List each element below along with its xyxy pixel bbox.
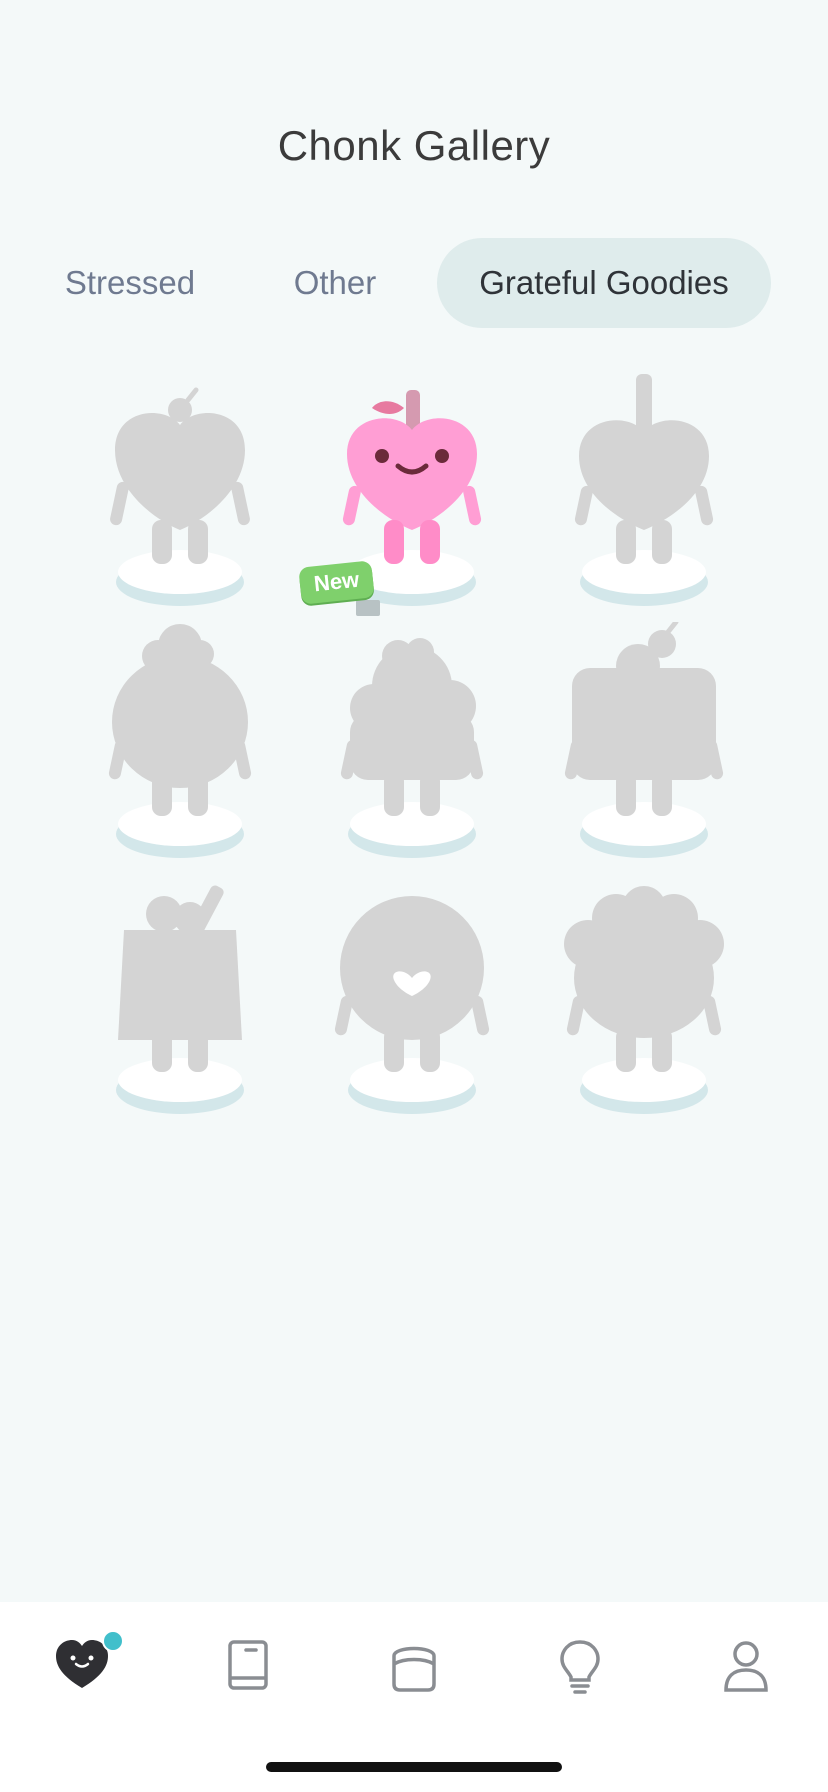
silhouette-cake-cherry-icon	[564, 622, 724, 858]
silhouette-cupcake-icon	[340, 638, 484, 858]
chonk-slot-heart-stick[interactable]	[544, 370, 744, 620]
silhouette-heart-stick-icon	[574, 374, 714, 606]
nav-profile[interactable]	[716, 1636, 776, 1696]
nav-ideas[interactable]	[550, 1636, 610, 1696]
profile-person-icon	[724, 1641, 768, 1692]
chonk-grid: New	[0, 370, 828, 1140]
nav-home[interactable]	[52, 1630, 124, 1696]
silhouette-donut-icon	[334, 896, 490, 1114]
chonk-slot-cake-cherry[interactable]	[544, 622, 744, 872]
badge-post	[356, 600, 380, 616]
chonk-slot-round-bun[interactable]	[80, 622, 280, 872]
silhouette-cauliflower-icon	[564, 886, 724, 1114]
tab-stressed[interactable]: Stressed	[40, 238, 220, 328]
tab-other[interactable]: Other	[270, 238, 400, 328]
nav-journal[interactable]	[218, 1636, 278, 1696]
chonk-slot-pink-heart-apple[interactable]: New	[298, 370, 512, 620]
tab-grateful-goodies[interactable]: Grateful Goodies	[437, 238, 771, 328]
chonk-slot-donut[interactable]	[312, 878, 512, 1128]
silhouette-apple-leaf-icon	[110, 387, 250, 606]
chonk-slot-drink-cup[interactable]	[80, 878, 280, 1128]
silhouette-round-bun-icon	[108, 624, 252, 858]
journal-book-icon	[228, 1640, 268, 1690]
chonk-slot-cauliflower[interactable]	[544, 878, 744, 1128]
chonk-slot-apple-leaf[interactable]	[80, 370, 280, 620]
silhouette-drink-cup-icon	[116, 885, 244, 1114]
nav-room[interactable]	[384, 1636, 444, 1696]
ideas-lightbulb-icon	[560, 1640, 600, 1694]
notification-dot	[102, 1630, 124, 1652]
page-title: Chonk Gallery	[277, 122, 551, 169]
new-badge: New	[298, 560, 375, 605]
category-tabs: Stressed Other Grateful Goodies	[0, 238, 828, 328]
chonk-room-icon	[392, 1646, 436, 1692]
home-indicator	[266, 1762, 562, 1772]
chonk-slot-cupcake[interactable]	[312, 622, 512, 872]
